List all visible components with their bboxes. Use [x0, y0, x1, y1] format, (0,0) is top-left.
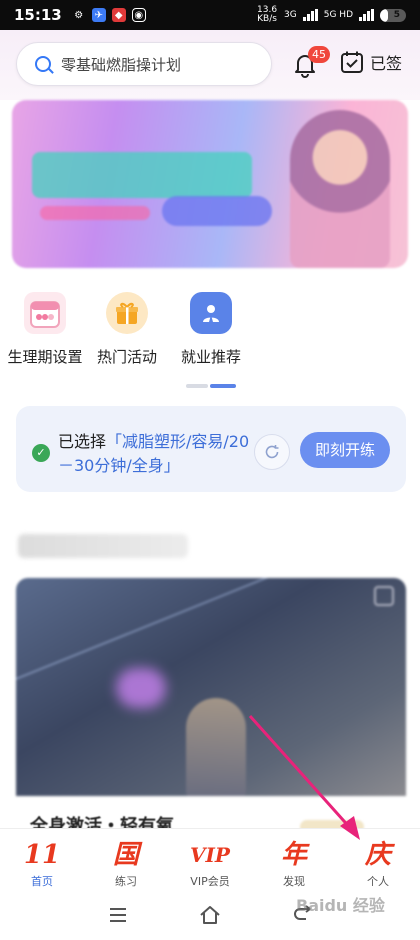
search-bar[interactable]: 零基础燃脂操计划	[16, 42, 272, 86]
tab-label: VIP会员	[190, 875, 230, 888]
expand-icon	[374, 586, 394, 606]
home-icon[interactable]	[198, 904, 222, 926]
status-bar: 15:13 ⚙ ✈ ◆ ◉ 13.6 KB/s 3G 5G HD 5	[0, 0, 420, 30]
person-badge-icon	[190, 292, 232, 334]
video-card[interactable]	[16, 578, 406, 796]
gift-icon	[106, 292, 148, 334]
vip-festive-icon: VIP	[190, 843, 230, 867]
tab-label: 个人	[367, 875, 389, 888]
net-speed: 13.6 KB/s	[257, 5, 278, 24]
section-title-blurred	[18, 534, 188, 558]
bottom-tab-bar: 11 首页 国 练习 VIP VIP会员 年 发现 庆 个人	[0, 828, 420, 890]
shortcut-period-settings[interactable]: 生理期设置	[0, 292, 90, 367]
status-right: 13.6 KB/s 3G 5G HD 5	[256, 6, 406, 24]
shortcut-label: 生理期设置	[7, 348, 83, 366]
battery-level: 5	[393, 9, 400, 20]
calendar-check-icon	[341, 51, 363, 73]
app-notification-icon: ✈	[91, 8, 106, 22]
tab-vip[interactable]: VIP VIP会员	[168, 829, 252, 890]
status-notification-icons: ⚙ ✈ ◆ ◉	[72, 8, 146, 22]
start-training-button[interactable]: 即刻开练	[300, 432, 390, 468]
shortcut-page-indicator	[186, 384, 236, 388]
battery-icon: 5	[380, 8, 406, 22]
discover-festive-icon: 年	[280, 840, 307, 870]
search-icon	[35, 56, 51, 72]
tab-home[interactable]: 11 首页	[0, 829, 84, 890]
app-outline-icon: ◉	[131, 8, 146, 22]
notification-badge: 45	[308, 46, 330, 63]
promo-banner[interactable]	[12, 100, 408, 268]
profile-festive-icon: 庆	[364, 840, 391, 870]
checkin-button[interactable]: 已签	[340, 50, 402, 74]
sim2-label: 5G HD	[323, 10, 353, 20]
check-circle-icon: ✓	[32, 444, 50, 462]
tab-label: 首页	[31, 875, 53, 888]
tab-label: 发现	[283, 875, 305, 888]
tab-practice[interactable]: 国 练习	[84, 829, 168, 890]
tab-profile[interactable]: 庆 个人	[336, 829, 420, 890]
signal-icon-2	[359, 9, 374, 21]
baidu-watermark: Baidu 经验	[296, 896, 385, 915]
plan-prefix: 已选择	[58, 432, 107, 451]
calendar-icon	[24, 292, 66, 334]
shortcut-label: 就业推荐	[180, 348, 241, 366]
signal-icon	[302, 9, 318, 21]
shortcut-job-recommend[interactable]: 就业推荐	[166, 292, 256, 367]
sim1-label: 3G	[284, 10, 297, 20]
tab-discover[interactable]: 年 发现	[252, 829, 336, 890]
selected-plan-card: ✓ 已选择「减脂塑形/容易/20－30分钟/全身」 即刻开练	[16, 406, 406, 492]
shortcut-label: 热门活动	[96, 348, 157, 366]
settings-gear-icon: ⚙	[74, 9, 84, 21]
search-placeholder: 零基础燃脂操计划	[61, 55, 182, 74]
refresh-icon	[265, 445, 279, 459]
shortcut-row: 生理期设置 热门活动 就业推荐	[0, 284, 420, 374]
status-time: 15:13	[14, 6, 62, 24]
tab-label: 练习	[115, 875, 137, 888]
refresh-button[interactable]	[254, 434, 290, 470]
app-red-icon: ◆	[111, 8, 126, 22]
top-header: 零基础燃脂操计划 45 已签	[0, 30, 420, 100]
plan-selection-text: 已选择「减脂塑形/容易/20－30分钟/全身」	[58, 430, 254, 478]
checkin-label: 已签	[370, 54, 403, 73]
menu-icon[interactable]	[106, 904, 130, 926]
shortcut-hot-events[interactable]: 热门活动	[82, 292, 172, 367]
practice-festive-icon: 国	[112, 840, 139, 870]
home-festive-icon: 11	[23, 840, 61, 870]
